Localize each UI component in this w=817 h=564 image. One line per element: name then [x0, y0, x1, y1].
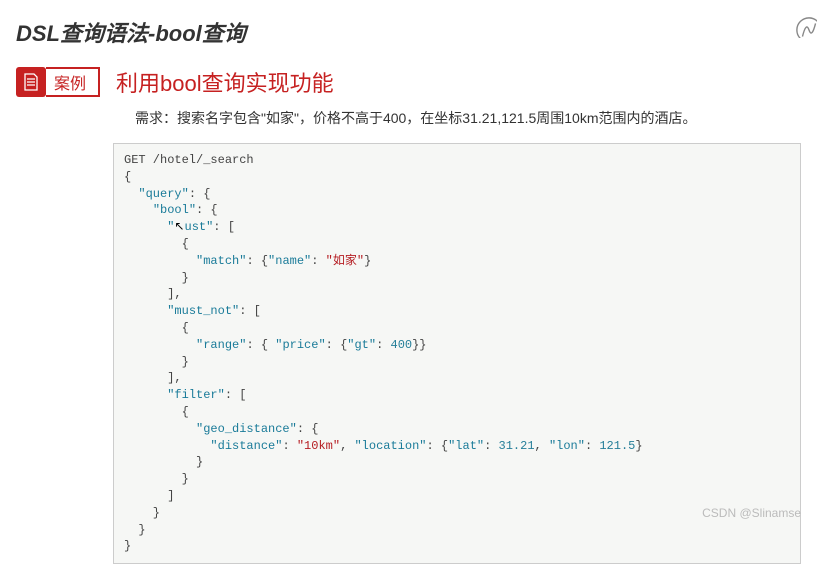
cursor-icon: ↖ — [174, 220, 184, 234]
adobe-reader-icon — [795, 16, 817, 38]
code-block: GET /hotel/_search { "query": { "bool": … — [113, 143, 801, 564]
document-icon — [16, 67, 46, 97]
watermark: CSDN @Slinamse — [702, 506, 801, 520]
badge-label: 案例 — [46, 67, 100, 97]
requirement-text: 需求：搜索名字包含"如家"，价格不高于400，在坐标31.21,121.5周围1… — [0, 108, 817, 138]
case-badge: 案例 — [16, 67, 100, 97]
section-title: 利用bool查询实现功能 — [116, 66, 334, 98]
code-request-line: GET /hotel/_search — [124, 153, 254, 167]
page-title: DSL查询语法-bool查询 — [0, 0, 817, 66]
